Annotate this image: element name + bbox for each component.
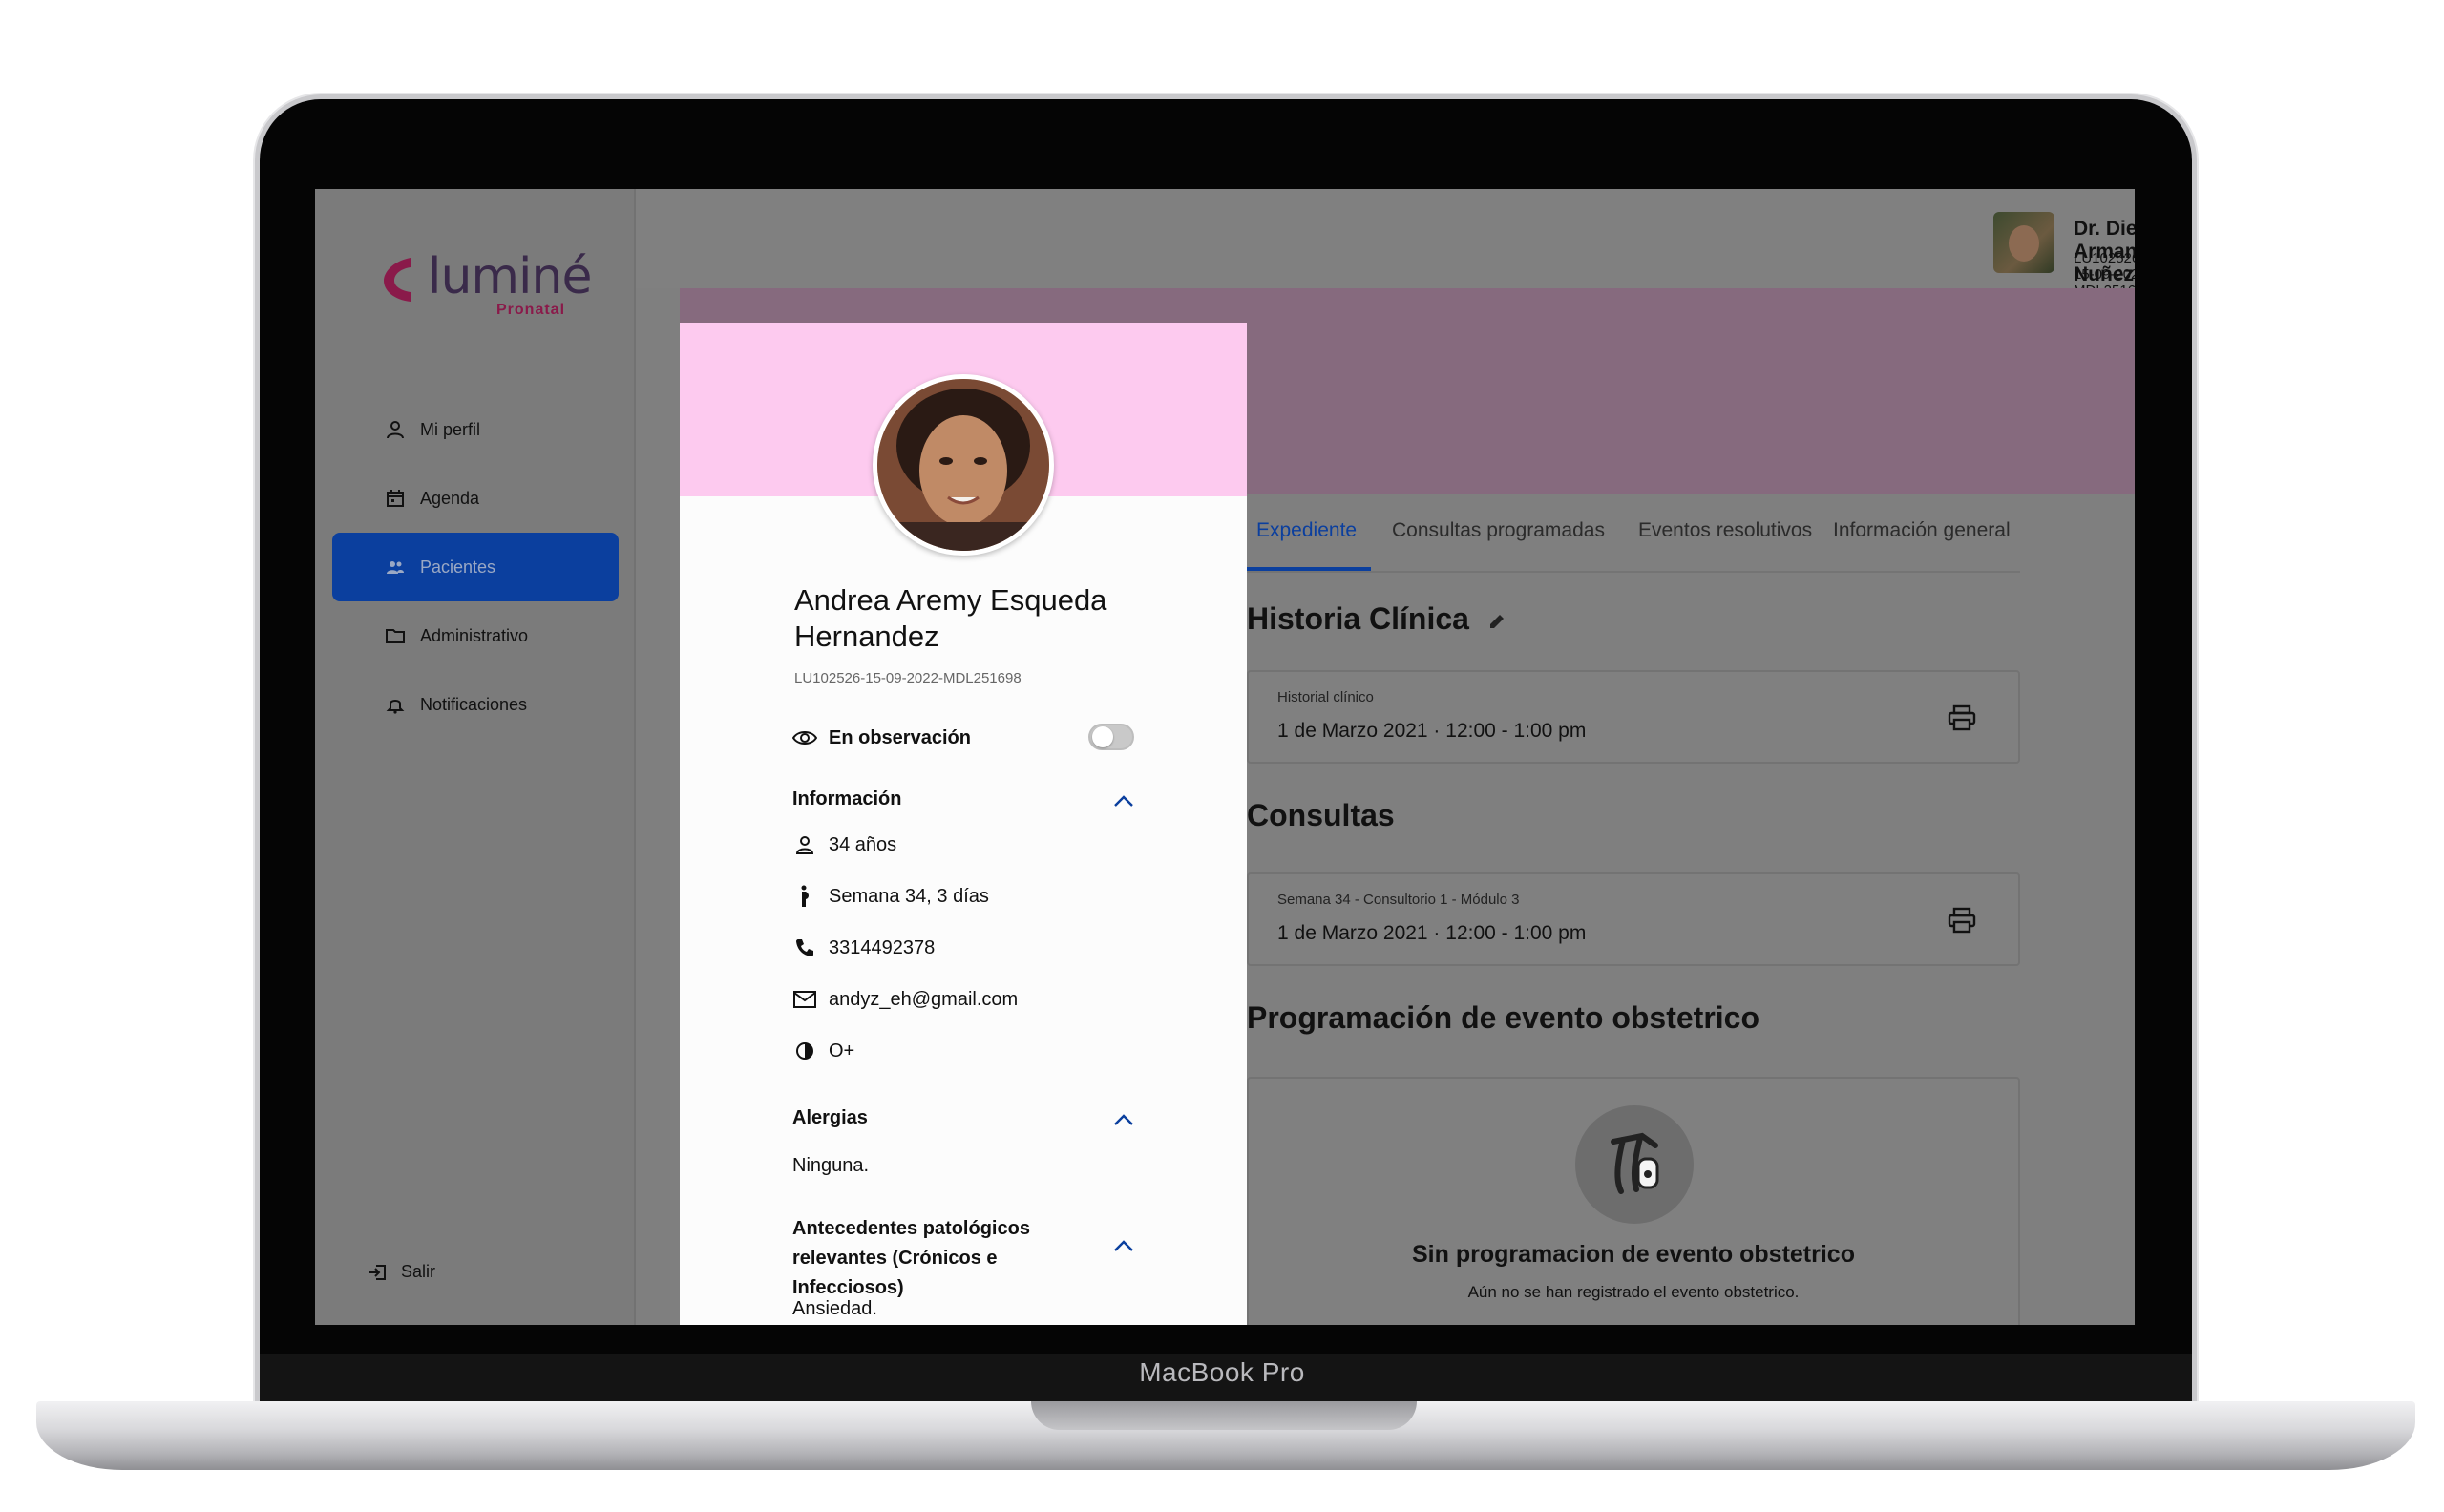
empty-state-subtitle: Aún no se han registrado el evento obste…	[1467, 1283, 1800, 1301]
observation-row: En observación	[792, 725, 971, 750]
patient-portrait	[877, 379, 1049, 551]
sidebar-item-label: Mi perfil	[420, 419, 481, 439]
history-value: Ansiedad.	[792, 1298, 877, 1319]
bell-icon	[386, 700, 405, 714]
card-caption: Semana 34 - Consultorio 1 - Módulo 3	[1277, 892, 1520, 908]
mail-icon	[793, 991, 816, 1008]
pregnant-icon	[801, 885, 809, 907]
tab-active-indicator	[1247, 567, 1371, 571]
card-caption: Historial clínico	[1277, 689, 1374, 705]
pregnancy-value: Semana 34, 3 días	[829, 885, 989, 907]
tab-consultas-programadas[interactable]: Consultas programadas	[1392, 519, 1605, 542]
patient-id: LU102526-15-09-2022-MDL251698	[794, 670, 1022, 686]
blood-value: O+	[829, 1040, 855, 1061]
tab-eventos-resolutivos[interactable]: Eventos resolutivos	[1638, 519, 1812, 542]
observation-toggle[interactable]	[1088, 724, 1134, 750]
sidebar-item-administrativo[interactable]: Administrativo	[332, 601, 619, 670]
info-section-header[interactable]: Información	[792, 788, 901, 810]
folder-icon	[386, 629, 405, 643]
age-row: 34 años	[792, 832, 896, 857]
email-row: andyz_eh@gmail.com	[792, 987, 1018, 1012]
consulta-card[interactable]: Semana 34 - Consultorio 1 - Módulo 3 1 d…	[1247, 872, 2020, 966]
phone-icon	[796, 939, 813, 956]
blood-row: O+	[792, 1039, 854, 1063]
print-icon[interactable]	[1948, 907, 1976, 934]
allergies-section-header[interactable]: Alergias	[792, 1107, 868, 1129]
logout-label: Salir	[401, 1262, 436, 1281]
historia-card[interactable]: Historial clínico 1 de Marzo 2021 · 12:0…	[1247, 670, 2020, 764]
chevron-up-icon[interactable]	[1113, 1113, 1134, 1126]
sidebar-item-mi-perfil[interactable]: Mi perfil	[332, 395, 619, 464]
phone-value: 3314492378	[829, 936, 936, 958]
sidebar-item-agenda[interactable]: Agenda	[332, 464, 619, 533]
blood-type-icon	[796, 1042, 813, 1060]
sidebar-item-pacientes[interactable]: Pacientes	[332, 533, 619, 601]
sidebar-item-label: Agenda	[420, 488, 480, 508]
doctor-avatar[interactable]	[1993, 212, 2054, 273]
evento-empty-state: Sin programacion de evento obstetrico Aú…	[1247, 1077, 2020, 1325]
sidebar-item-notificaciones[interactable]: Notificaciones	[332, 670, 619, 739]
sidebar-item-label: Pacientes	[420, 556, 496, 577]
empty-state-icon-wrap	[1575, 1105, 1694, 1224]
pregnancy-row: Semana 34, 3 días	[792, 884, 989, 909]
card-value: 1 de Marzo 2021 · 12:00 - 1:00 pm	[1277, 922, 1587, 944]
edit-pencil-icon[interactable]	[1487, 612, 1506, 631]
tab-expediente[interactable]: Expediente	[1256, 519, 1357, 542]
top-header: Dr. Diego Armando Nuñez Quiroz LU102526-…	[636, 189, 2135, 308]
calendar-icon	[387, 490, 404, 507]
section-title-historia: Historia Clínica	[1247, 601, 1506, 637]
phone-row: 3314492378	[792, 935, 935, 960]
obstetric-tool-icon	[1611, 1132, 1659, 1194]
brand-tagline: Pronatal	[496, 302, 566, 318]
sidebar-item-label: Notificaciones	[420, 694, 528, 714]
chevron-up-icon[interactable]	[1113, 794, 1134, 808]
tab-bar: Expediente Consultas programadas Eventos…	[1247, 504, 2020, 573]
patient-panel: Andrea Aremy Esqueda Hernandez LU102526-…	[680, 323, 1247, 1325]
historia-title-text: Historia Clínica	[1247, 601, 1469, 636]
patient-name: Andrea Aremy Esqueda Hernandez	[794, 583, 1107, 653]
logout-icon	[369, 1264, 386, 1280]
device-label: MacBook Pro	[1139, 1357, 1305, 1387]
logout-button[interactable]: Salir	[369, 1262, 435, 1282]
section-title-consultas: Consultas	[1247, 798, 1395, 832]
observation-label: En observación	[829, 726, 971, 748]
allergies-value: Ninguna.	[792, 1155, 870, 1176]
eye-icon	[792, 731, 817, 745]
person-icon	[795, 836, 814, 854]
tab-informacion-general[interactable]: Información general	[1833, 519, 2011, 542]
patient-photo	[873, 374, 1054, 556]
sidebar: luminé Pronatal Mi perfil Agenda Pacient…	[315, 189, 636, 1325]
person-icon	[387, 421, 404, 439]
laptop-notch	[1031, 1401, 1417, 1430]
email-value: andyz_eh@gmail.com	[829, 988, 1019, 1010]
chevron-up-icon[interactable]	[1113, 1239, 1134, 1252]
section-title-evento: Programación de evento obstetrico	[1247, 1000, 1760, 1035]
history-section-header[interactable]: Antecedentes patológicos relevantes (Cró…	[792, 1214, 1107, 1303]
age-value: 34 años	[829, 833, 897, 855]
brand-logo[interactable]: luminé Pronatal	[382, 248, 592, 325]
brand-name: luminé	[428, 248, 592, 305]
patients-icon	[387, 561, 404, 574]
print-icon[interactable]	[1948, 704, 1976, 731]
empty-state-title: Sin programacion de evento obstetrico	[1412, 1241, 1855, 1268]
logo-mark-icon	[384, 258, 411, 302]
sidebar-item-label: Administrativo	[420, 625, 529, 645]
card-value: 1 de Marzo 2021 · 12:00 - 1:00 pm	[1277, 720, 1587, 742]
screen: luminé Pronatal Mi perfil Agenda Pacient…	[315, 189, 2135, 1325]
